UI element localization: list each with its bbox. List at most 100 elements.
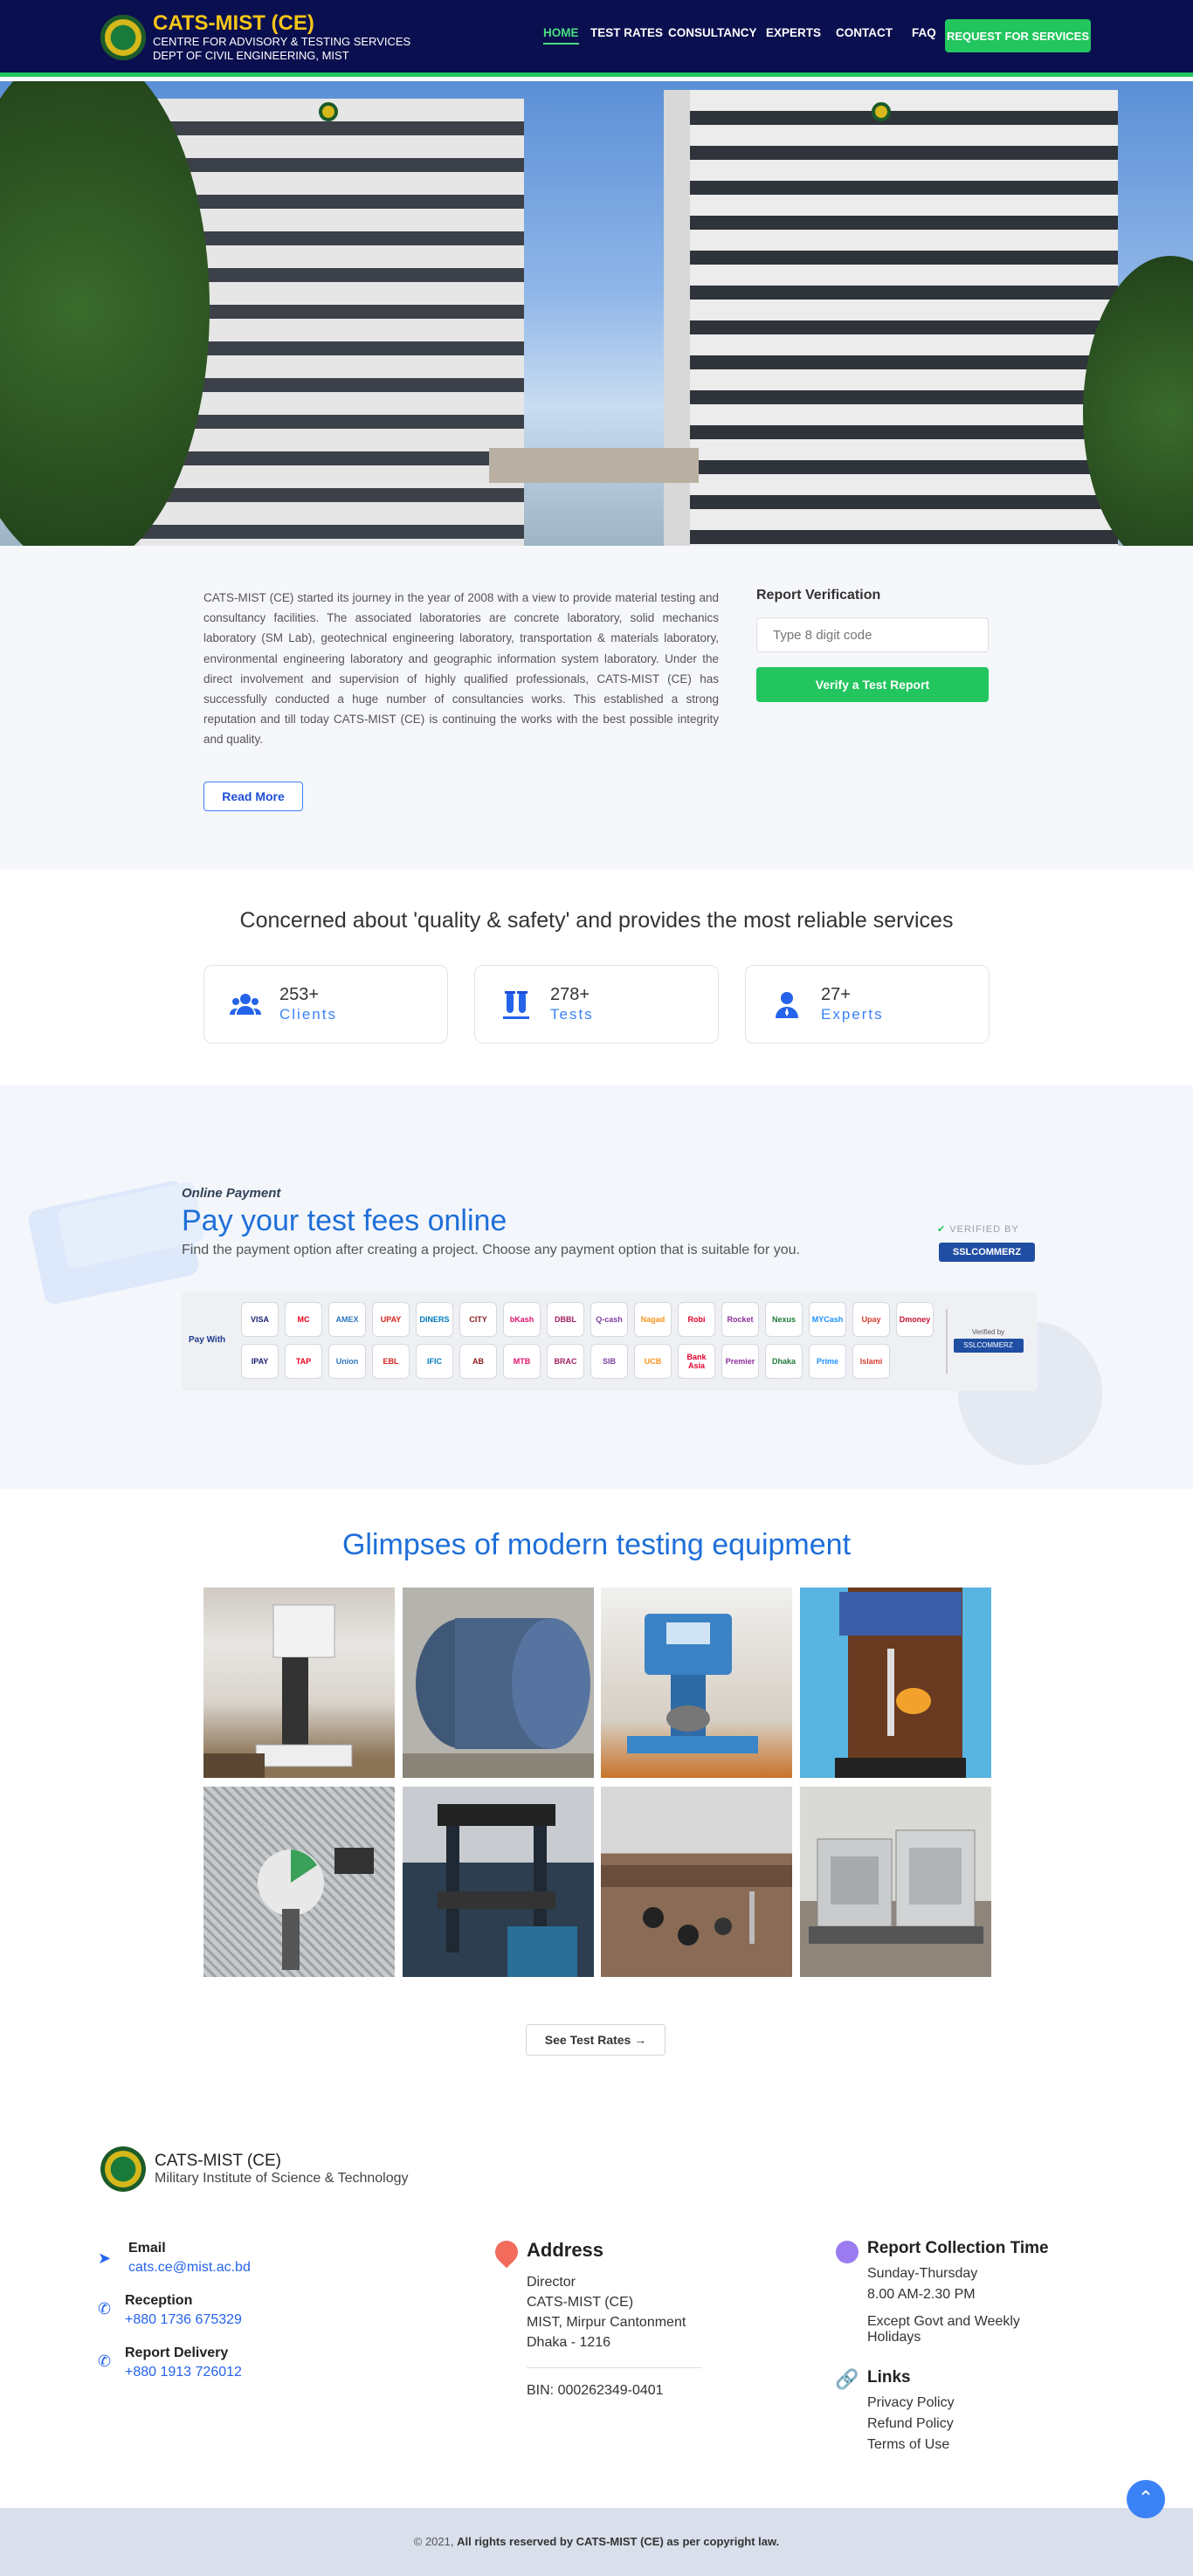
payment-method-logo: Prime [809, 1344, 846, 1379]
gallery-image-hardness-tester[interactable] [203, 1588, 395, 1778]
stat-label: Experts [821, 1006, 884, 1023]
payment-title: Pay your test fees online [182, 1204, 507, 1237]
payment-method-logo: Nagad [634, 1302, 672, 1337]
building-right [664, 90, 1118, 546]
email-label: Email [128, 2241, 166, 2256]
verified-by-label: ✔ VERIFIED BY [937, 1224, 1019, 1235]
chevron-up-icon: ⌃ [1137, 2487, 1155, 2509]
payment-method-logo: BRAC [547, 1344, 584, 1379]
pay-with-label: Pay With [189, 1335, 226, 1345]
report-verification-title: Report Verification [756, 588, 881, 603]
brand[interactable]: CATS-MIST (CE) CENTRE FOR ADVISORY & TES… [100, 12, 410, 63]
sslcommerz-badge: SSLCOMMERZ [939, 1243, 1035, 1262]
payment-method-logo: MTB [503, 1344, 541, 1379]
collection-note: Except Govt and Weekly Holidays [867, 2314, 1020, 2345]
address-line: Director [527, 2275, 576, 2290]
payment-method-logo: Upay [852, 1302, 890, 1337]
copyright-bar: © 2021, All rights reserved by CATS-MIST… [0, 2508, 1193, 2576]
top-navbar: CATS-MIST (CE) CENTRE FOR ADVISORY & TES… [0, 0, 1193, 77]
reception-label: Reception [125, 2293, 193, 2308]
payment-method-logo: UPAY [372, 1302, 410, 1337]
nav-consultancy[interactable]: CONSULTANCY [668, 26, 757, 39]
gallery-image-universal-testing-machine[interactable] [403, 1787, 594, 1977]
email-link[interactable]: cats.ce@mist.ac.bd [128, 2260, 251, 2276]
quality-section: Concerned about 'quality & safety' and p… [0, 869, 1193, 1085]
payment-method-logo: Q-cash [590, 1302, 628, 1337]
payment-method-logo: Rocket [721, 1302, 759, 1337]
gallery-image-abrasion-machine[interactable] [403, 1588, 594, 1778]
clock-icon [836, 2241, 859, 2263]
report-code-input[interactable] [756, 617, 989, 652]
payment-method-logo: Dhaka [765, 1344, 803, 1379]
address-line: CATS-MIST (CE) [527, 2295, 634, 2310]
online-payment-section: Online Payment Pay your test fees online… [0, 1085, 1193, 1489]
nav-experts[interactable]: EXPERTS [766, 26, 821, 39]
divider [527, 2367, 701, 2368]
address-title: Address [527, 2239, 604, 2261]
stat-card-clients: 253+ Clients [203, 965, 448, 1043]
payment-method-logo: DINERS [416, 1302, 453, 1337]
gallery-image-impact-tester[interactable] [203, 1787, 395, 1977]
mist-logo-icon [100, 15, 146, 60]
nav-faq[interactable]: FAQ [912, 26, 936, 39]
stat-value: 278+ [550, 985, 590, 1004]
privacy-policy-link[interactable]: Privacy Policy [867, 2393, 955, 2413]
report-delivery-label: Report Delivery [125, 2345, 229, 2360]
ssl-verified-footer: Verified by SSLCOMMERZ [946, 1309, 1029, 1374]
nav-home[interactable]: HOME [543, 26, 579, 45]
test-tubes-icon [498, 987, 534, 1023]
gallery-image-lab-bench[interactable] [601, 1787, 792, 1977]
building-emblem-icon [319, 102, 338, 121]
stat-value: 27+ [821, 985, 851, 1004]
request-services-button[interactable]: REQUEST FOR SERVICES [945, 19, 1091, 52]
stat-label: Tests [550, 1006, 594, 1023]
collection-time-title: Report Collection Time [867, 2239, 1049, 2257]
gallery-image-wooden-apparatus[interactable] [800, 1588, 991, 1778]
gallery-image-blue-apparatus[interactable] [601, 1588, 792, 1778]
payment-method-logo: AB [459, 1344, 497, 1379]
payment-method-logo: MYCash [809, 1302, 846, 1337]
footer-org-name: CATS-MIST (CE) [155, 2152, 281, 2170]
link-icon: 🔗 [835, 2368, 859, 2390]
links-title: Links [867, 2368, 911, 2387]
reception-phone[interactable]: +880 1736 675329 [125, 2312, 242, 2328]
payment-method-logo: Union [328, 1344, 366, 1379]
copyright-text: All rights reserved by CATS-MIST (CE) as… [457, 2535, 780, 2548]
brand-title: CATS-MIST (CE) [153, 11, 314, 35]
payment-method-logo: AMEX [328, 1302, 366, 1337]
mist-logo-icon [100, 2146, 146, 2192]
see-test-rates-button[interactable]: See Test Rates → [526, 2024, 665, 2056]
payment-method-logo: Bank Asia [678, 1344, 715, 1379]
nav-contact[interactable]: CONTACT [836, 26, 893, 39]
payment-method-logo: Islami [852, 1344, 890, 1379]
bin-number: BIN: 000262349-0401 [527, 2383, 664, 2398]
bridge [489, 448, 699, 483]
report-delivery-phone[interactable]: +880 1913 726012 [125, 2365, 242, 2380]
phone-icon: ✆ [98, 2352, 112, 2370]
payment-method-logo: bKash [503, 1302, 541, 1337]
stat-card-experts: 27+ Experts [745, 965, 990, 1043]
terms-of-use-link[interactable]: Terms of Use [867, 2435, 949, 2455]
payment-method-logo: Premier [721, 1344, 759, 1379]
tree [0, 81, 210, 546]
building-emblem-icon [872, 102, 891, 121]
copyright-year: © 2021, [413, 2535, 454, 2548]
about-section: CATS-MIST (CE) started its journey in th… [0, 546, 1193, 869]
scroll-to-top-button[interactable]: ⌃ [1127, 2480, 1165, 2518]
address-line: Dhaka - 1216 [527, 2335, 611, 2350]
read-more-button[interactable]: Read More [203, 782, 303, 811]
nav-test-rates[interactable]: TEST RATES [590, 26, 663, 39]
payment-method-logo: Dmoney [896, 1302, 934, 1337]
location-pin-icon [490, 2235, 523, 2269]
payment-method-logo: VISA [241, 1302, 279, 1337]
refund-policy-link[interactable]: Refund Policy [867, 2414, 954, 2434]
about-text: CATS-MIST (CE) started its journey in th… [203, 591, 719, 747]
payment-methods-strip: Pay With VISA MC AMEX UPAY DINERS CITY bKash DB… [182, 1291, 1038, 1391]
gallery-image-oven-furnaces[interactable] [800, 1787, 991, 1977]
payment-method-logo: Nexus [765, 1302, 803, 1337]
brand-subtitle: CENTRE FOR ADVISORY & TESTING SERVICES [153, 35, 411, 48]
stat-card-tests: 278+ Tests [474, 965, 719, 1043]
expert-icon [769, 987, 805, 1023]
users-icon [227, 987, 264, 1023]
verify-report-button[interactable]: Verify a Test Report [756, 667, 989, 702]
